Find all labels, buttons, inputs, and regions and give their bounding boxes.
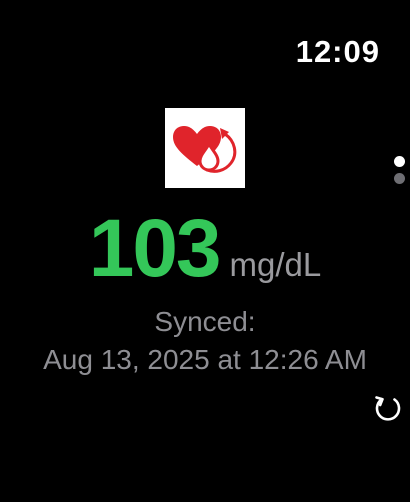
page-indicator [394, 156, 406, 190]
status-time: 12:09 [295, 34, 380, 69]
page-dot-inactive [394, 173, 405, 184]
sync-timestamp: Aug 13, 2025 at 12:26 AM [43, 344, 367, 375]
refresh-button[interactable] [370, 390, 406, 426]
sync-label: Synced: [154, 306, 256, 337]
glucose-value: 103 [88, 203, 222, 294]
app-logo [165, 108, 245, 188]
glucose-unit: mg/dL [229, 246, 322, 283]
refresh-icon [375, 396, 401, 421]
page-dot-active [394, 156, 405, 167]
heart-drop-cycle-icon [173, 126, 237, 173]
glucose-reading: 103 mg/dL [0, 208, 410, 290]
